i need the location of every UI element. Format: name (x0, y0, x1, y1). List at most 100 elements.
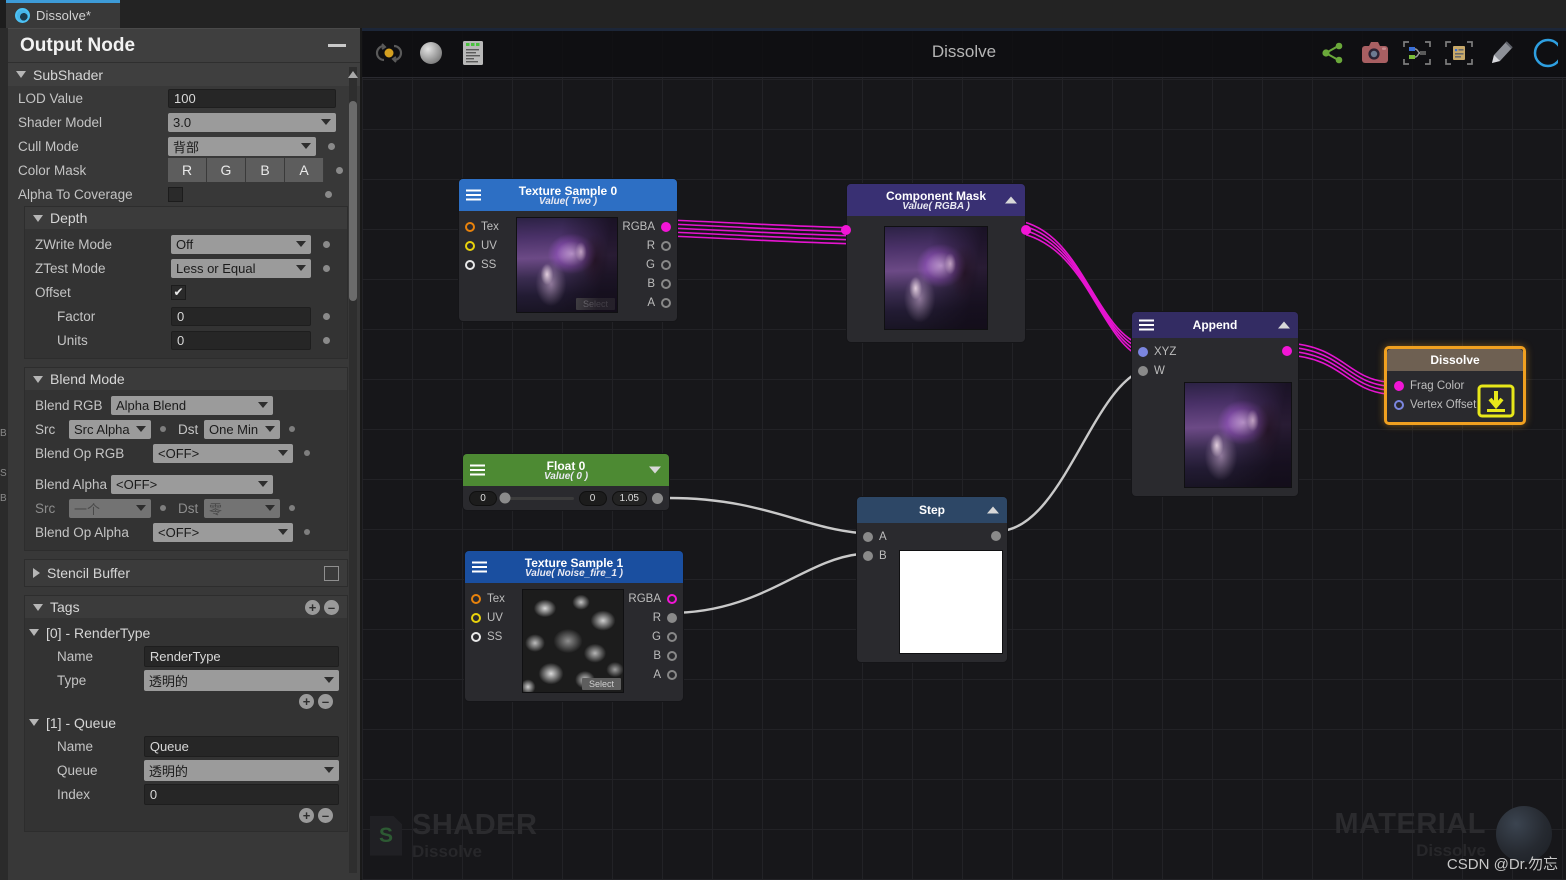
node-texture-sample-1[interactable]: Texture Sample 1 Value( Noise_fire_1 ) T… (464, 550, 684, 702)
port-rgba-out[interactable]: RGBA (628, 589, 677, 608)
collapse-icon[interactable] (1278, 321, 1290, 329)
step-b-pin-icon[interactable] (863, 550, 873, 561)
port-step-a[interactable]: A (857, 527, 1007, 546)
alpha-to-coverage-checkbox[interactable] (168, 186, 183, 202)
section-depth[interactable]: Depth (25, 207, 347, 229)
xyz-pin-icon[interactable] (1138, 346, 1148, 357)
blend-dst-alpha-dropdown[interactable]: 零 (204, 498, 280, 518)
tex-pin-icon[interactable] (471, 593, 481, 604)
tag-1-add-button[interactable]: + (299, 808, 314, 823)
camera-icon[interactable] (1358, 36, 1392, 70)
blend-op-rgb-port-dot[interactable] (304, 450, 310, 456)
units-input[interactable]: 0 (171, 330, 311, 350)
blend-alpha-dropdown[interactable]: <OFF> (111, 474, 273, 494)
zwrite-mode-dropdown[interactable]: Off (171, 234, 311, 254)
tag-1-name-input[interactable]: Queue (143, 735, 339, 757)
node-float-0-header[interactable]: Float 0 Value( 0 ) (463, 454, 669, 486)
tag-0-name-input[interactable]: RenderType (143, 645, 339, 667)
zwrite-port-dot[interactable] (323, 240, 330, 248)
tag-1-queue-dropdown[interactable]: 透明的 (143, 759, 339, 781)
float-0-value[interactable]: 0 (578, 490, 607, 506)
node-append-header[interactable]: Append (1132, 312, 1298, 338)
help-icon[interactable] (1526, 36, 1560, 70)
shader-graph-canvas[interactable]: S SHADER Dissolve MATERIAL Dissolve Text… (362, 28, 1566, 880)
alpha-to-coverage-port-dot[interactable] (325, 190, 332, 198)
port-r-out[interactable]: R (622, 236, 671, 255)
shader-model-dropdown[interactable]: 3.0 (168, 112, 336, 132)
sphere-preview-icon[interactable] (414, 36, 448, 70)
step-output-pin[interactable] (991, 531, 1001, 541)
tag-1-index-input[interactable]: 0 (143, 783, 339, 805)
component-mask-output-pin[interactable] (1021, 225, 1031, 235)
uv-pin-icon[interactable] (465, 240, 475, 251)
section-tags[interactable]: Tags + – (25, 596, 347, 618)
port-rgba-out[interactable]: RGBA (622, 217, 671, 236)
cull-mode-port-dot[interactable] (328, 142, 335, 150)
node-component-mask-preview[interactable] (884, 226, 988, 330)
collapse-icon[interactable] (987, 506, 999, 514)
g-pin-icon[interactable] (661, 259, 671, 270)
node-texture-sample-0-preview[interactable]: Select (516, 217, 618, 313)
stencil-buffer-checkbox[interactable] (324, 565, 339, 581)
float-0-slider-row[interactable]: 0 0 1.05 (463, 486, 669, 510)
port-g-out[interactable]: G (622, 255, 671, 274)
node-component-mask-header[interactable]: Component Mask Value( RGBA ) (847, 184, 1025, 216)
b-pin-icon[interactable] (661, 278, 671, 289)
port-b-out[interactable]: B (628, 646, 677, 665)
node-texture-sample-0[interactable]: Texture Sample 0 Value( Two ) Tex UV SS … (458, 178, 678, 322)
factor-input[interactable]: 0 (171, 306, 311, 326)
color-mask-a[interactable]: A (285, 158, 324, 182)
rgba-pin-icon[interactable] (667, 593, 677, 604)
select-texture-button[interactable]: Select (581, 678, 621, 690)
node-float-0[interactable]: Float 0 Value( 0 ) 0 0 1.05 (462, 453, 670, 511)
refresh-material-icon[interactable] (372, 36, 406, 70)
section-stencil-buffer[interactable]: Stencil Buffer (25, 560, 347, 586)
select-texture-button[interactable]: Select (575, 298, 615, 310)
b-pin-icon[interactable] (667, 650, 677, 661)
node-append[interactable]: Append XYZ W (1131, 311, 1299, 497)
rgba-pin-icon[interactable] (661, 221, 671, 232)
node-dissolve-output-header[interactable]: Dissolve (1387, 349, 1523, 371)
hamburger-icon[interactable] (470, 464, 485, 476)
focus-graph-icon[interactable] (1400, 36, 1434, 70)
lod-value-input[interactable]: 100 (168, 88, 336, 108)
w-pin-icon[interactable] (1138, 365, 1148, 376)
blend-src-alpha-dropdown[interactable]: 一个 (69, 498, 151, 518)
port-g-out[interactable]: G (628, 627, 677, 646)
node-append-preview[interactable] (1184, 382, 1292, 488)
hamburger-icon[interactable] (466, 189, 481, 201)
tags-remove-button[interactable]: – (324, 599, 339, 615)
a-pin-icon[interactable] (667, 669, 677, 680)
blend-dst-rgb-dropdown[interactable]: One Min (204, 419, 280, 439)
r-pin-icon[interactable] (667, 612, 677, 623)
tag-0-type-dropdown[interactable]: 透明的 (143, 669, 339, 691)
port-tex-in[interactable]: Tex (471, 589, 518, 608)
color-mask-b[interactable]: B (246, 158, 285, 182)
float-0-slider-knob[interactable] (499, 492, 511, 504)
minimize-icon[interactable] (328, 44, 346, 47)
ss-pin-icon[interactable] (471, 631, 481, 642)
factor-port-dot[interactable] (323, 312, 330, 320)
panel-scrollbar-thumb[interactable] (349, 101, 357, 301)
cull-mode-dropdown[interactable]: 背部 (168, 136, 316, 156)
tag-0-add-button[interactable]: + (299, 694, 314, 709)
float-0-max-value[interactable]: 1.05 (611, 490, 647, 506)
port-w-in[interactable]: W (1132, 361, 1298, 380)
ztest-port-dot[interactable] (323, 264, 330, 272)
tags-add-button[interactable]: + (305, 599, 320, 615)
float-0-min-value[interactable]: 0 (469, 490, 497, 506)
save-shader-icon[interactable] (1477, 384, 1515, 418)
color-mask-r[interactable]: R (168, 158, 207, 182)
share-icon[interactable] (1316, 36, 1350, 70)
tex-pin-icon[interactable] (465, 221, 475, 232)
collapse-icon[interactable] (649, 466, 661, 474)
node-step-header[interactable]: Step (857, 497, 1007, 523)
cleanup-icon[interactable] (1484, 36, 1518, 70)
node-texture-sample-0-header[interactable]: Texture Sample 0 Value( Two ) (459, 179, 677, 211)
scroll-up-arrow-icon[interactable] (348, 71, 358, 78)
uv-pin-icon[interactable] (471, 612, 481, 623)
collapse-icon[interactable] (1005, 196, 1017, 204)
blend-op-rgb-dropdown[interactable]: <OFF> (153, 443, 293, 463)
blend-dst-rgb-port-dot[interactable] (289, 426, 295, 432)
tag-0-header[interactable]: [0] - RenderType (25, 621, 347, 644)
